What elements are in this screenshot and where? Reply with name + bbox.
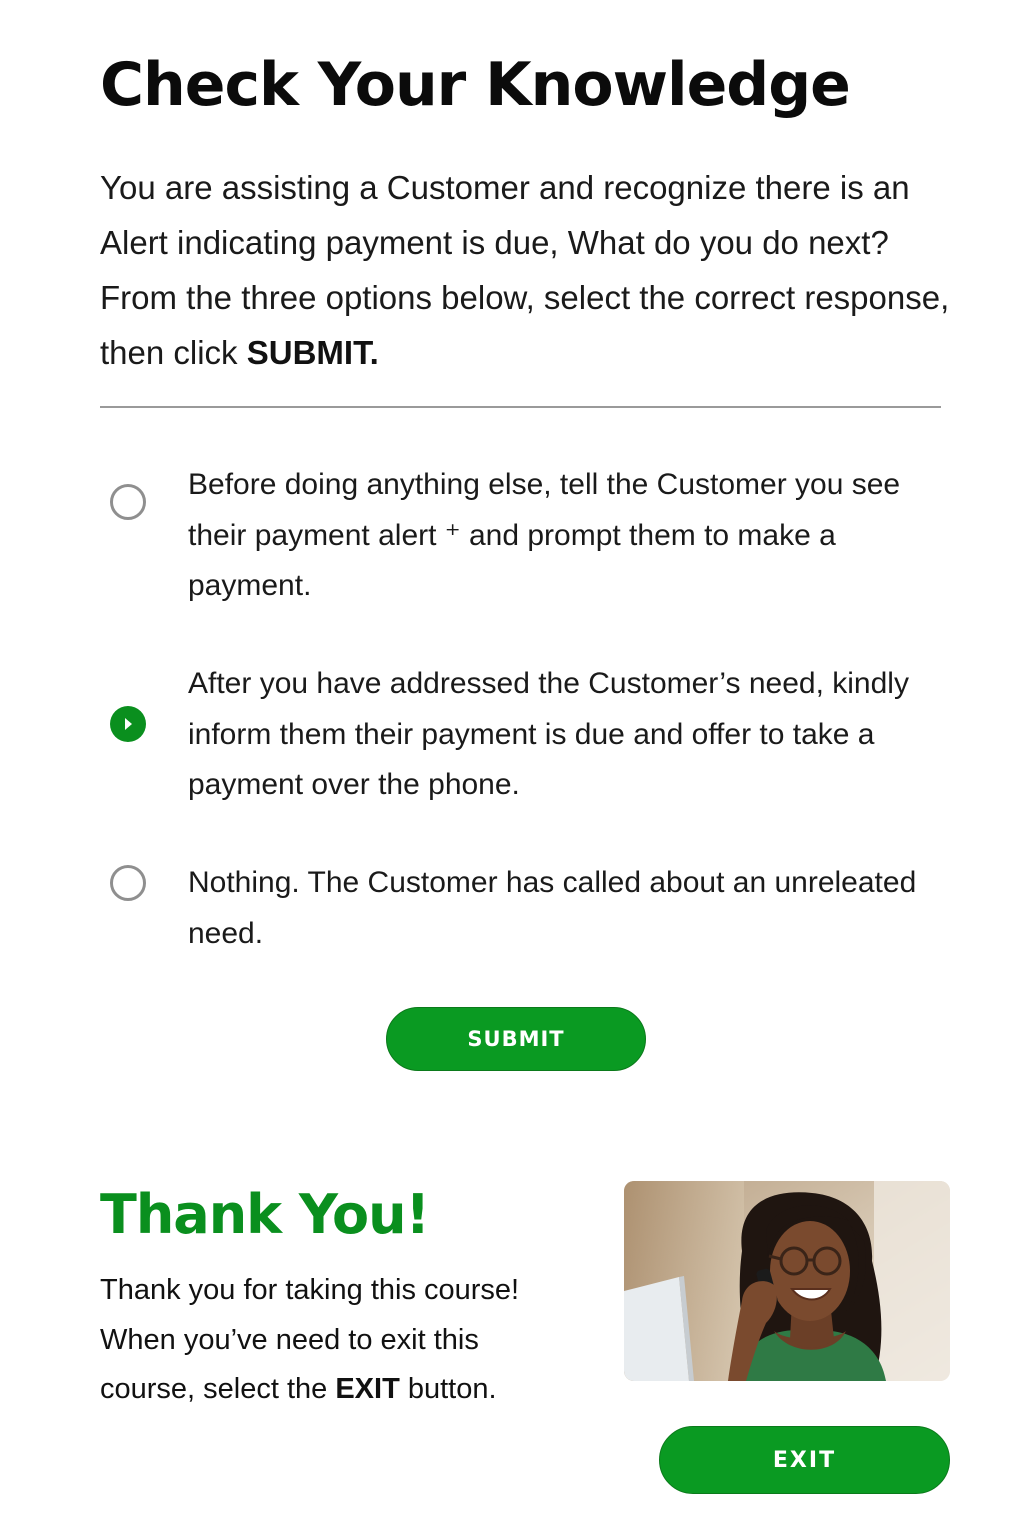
page-title: Check Your Knowledge xyxy=(100,50,851,120)
exit-button[interactable]: EXIT xyxy=(659,1426,950,1494)
radio-unselected-icon[interactable] xyxy=(110,484,146,520)
answer-option-label[interactable]: Nothing. The Customer has called about a… xyxy=(188,858,988,959)
thank-you-body-end: button. xyxy=(399,1373,497,1405)
woman-on-phone-photo xyxy=(624,1181,950,1381)
question-body: You are assisting a Customer and recogni… xyxy=(100,169,950,371)
answer-option-label[interactable]: After you have addressed the Customer’s … xyxy=(188,659,928,811)
radio-unselected-icon[interactable] xyxy=(110,865,146,901)
answer-option-3[interactable]: Nothing. The Customer has called about a… xyxy=(100,858,980,958)
answer-option-2[interactable]: After you have addressed the Customer’s … xyxy=(100,659,980,809)
answer-option-label[interactable]: Before doing anything else, tell the Cus… xyxy=(188,460,928,612)
thank-you-title: Thank You! xyxy=(100,1183,430,1246)
question-submit-emphasis: SUBMIT. xyxy=(246,334,379,371)
photo-illustration xyxy=(624,1181,950,1381)
divider xyxy=(100,406,941,408)
question-text: You are assisting a Customer and recogni… xyxy=(100,160,950,380)
thank-you-text: Thank you for taking this course! When y… xyxy=(100,1266,570,1415)
submit-button[interactable]: SUBMIT xyxy=(386,1007,646,1071)
answer-option-1[interactable]: Before doing anything else, tell the Cus… xyxy=(100,460,980,610)
thank-you-exit-emphasis: EXIT xyxy=(335,1373,400,1405)
radio-selected-icon[interactable] xyxy=(110,706,146,742)
